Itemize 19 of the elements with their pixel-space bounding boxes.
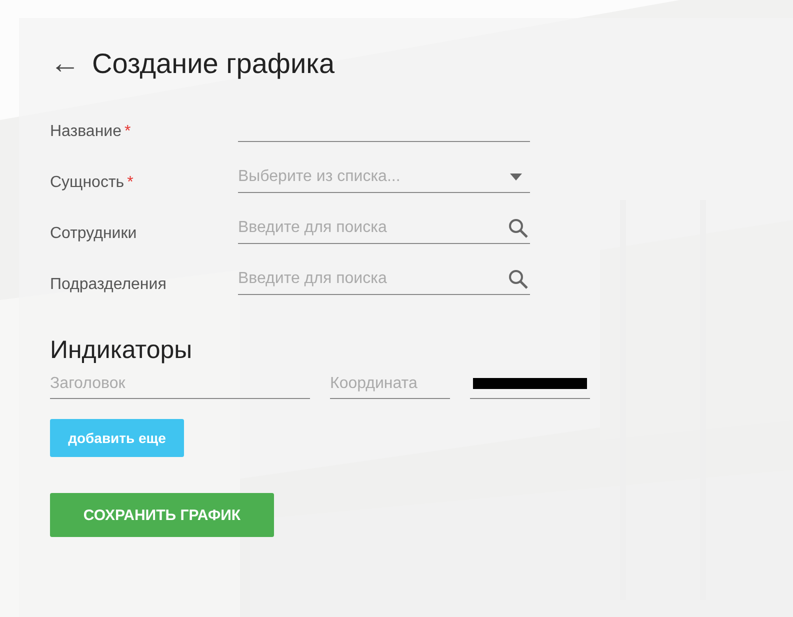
title-field[interactable]: Заголовок xyxy=(50,369,310,399)
page-title: Создание графика xyxy=(92,48,335,80)
required-mark: * xyxy=(124,123,131,140)
input-field[interactable]: Выберите из списка... xyxy=(238,161,530,193)
field-label: Сущность xyxy=(50,174,124,191)
coordinate-field[interactable]: Координата xyxy=(330,369,450,399)
input-field[interactable]: Введите для поиска xyxy=(238,263,530,295)
search-icon[interactable] xyxy=(508,269,528,289)
dropdown-caret-icon xyxy=(510,174,522,180)
save-button[interactable]: СОХРАНИТЬ ГРАФИК xyxy=(50,493,274,537)
field-label: Название xyxy=(50,123,122,140)
field-label: Подразделения xyxy=(50,276,166,293)
required-mark: * xyxy=(127,174,134,191)
add-more-button[interactable]: добавить еще xyxy=(50,419,184,457)
field-label: Сотрудники xyxy=(50,225,137,242)
search-icon[interactable] xyxy=(508,218,528,238)
back-arrow-icon[interactable]: ← xyxy=(50,49,80,79)
input-field[interactable]: Введите для поиска xyxy=(238,212,530,244)
section-heading: Индикаторы xyxy=(50,336,194,365)
